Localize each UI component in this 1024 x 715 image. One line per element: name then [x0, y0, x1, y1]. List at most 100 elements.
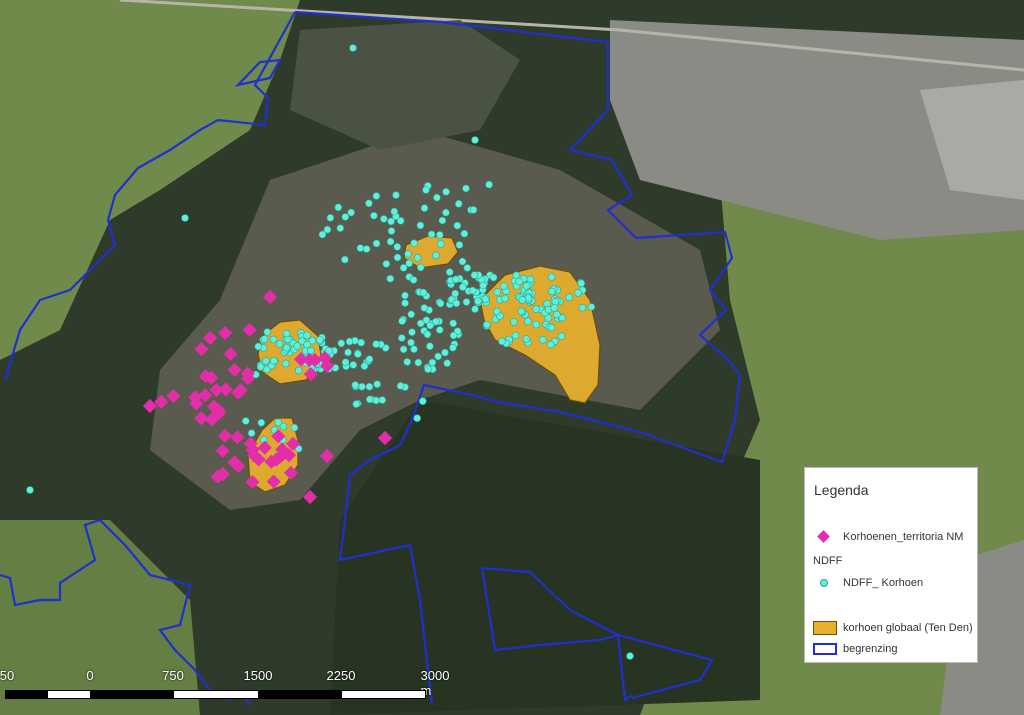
observation-dot [341, 213, 350, 221]
observation-dot [336, 224, 345, 232]
observation-dot [438, 216, 447, 225]
observation-dot [396, 382, 405, 390]
observation-dot [485, 180, 493, 189]
observation-dot [547, 323, 556, 332]
observation-dot [397, 334, 406, 342]
observation-dot [407, 310, 416, 319]
observation-dot [547, 273, 556, 281]
observation-dot [257, 418, 266, 427]
observation-dot [349, 361, 358, 369]
observation-dot [315, 336, 324, 344]
observation-dot [387, 227, 396, 235]
observation-dot [392, 191, 400, 199]
observation-dot [362, 245, 371, 253]
observation-dot [420, 204, 429, 212]
observation-dot [181, 214, 189, 222]
observation-dot [293, 342, 302, 350]
observation-dot [493, 288, 502, 296]
observation-dot [455, 241, 464, 249]
observation-dot [538, 335, 547, 344]
observation-dot [354, 350, 362, 358]
observation-dot [523, 317, 532, 326]
observation-dot [443, 359, 452, 368]
observation-dot [458, 257, 467, 266]
observation-dot [410, 239, 418, 247]
observation-dot [275, 340, 284, 348]
observation-dot [263, 328, 272, 336]
observation-dot [453, 221, 462, 230]
observation-dot [373, 380, 382, 389]
observation-dot [577, 279, 586, 288]
observation-dot [436, 299, 445, 308]
scale-label: 50 [0, 668, 15, 683]
observation-dot [356, 244, 365, 252]
observation-dot [393, 253, 402, 262]
observation-dot [469, 206, 478, 214]
legend-item-boundary: begrenzing [813, 643, 897, 655]
observation-dot [532, 305, 540, 313]
scale-segment [47, 690, 91, 699]
scale-bar: 50 0 750 1500 2250 3000 m [0, 668, 460, 708]
observation-dot [442, 188, 450, 196]
observation-dot [432, 317, 440, 326]
observation-dot [370, 211, 378, 220]
observation-dot [565, 293, 574, 302]
observation-dot [552, 310, 561, 319]
observation-dot [442, 208, 450, 217]
observation-dot [254, 342, 263, 351]
observation-dot [372, 192, 381, 200]
observation-dot [452, 299, 461, 308]
observation-dot [511, 331, 520, 340]
observation-dot [462, 184, 470, 193]
observation-dot [344, 348, 352, 357]
observation-dot [399, 345, 408, 354]
observation-dot [372, 239, 381, 248]
observation-dot [410, 345, 418, 354]
legend-label: Korhoenen_territoria NM [843, 531, 964, 543]
legend-item-areas: korhoen globaal (Ten Den) [813, 621, 973, 635]
observation-dot [500, 282, 508, 291]
legend-label: NDFF_ Korhoen [843, 577, 924, 589]
scale-segment [173, 690, 259, 699]
legend-label: korhoen globaal (Ten Den) [843, 622, 973, 634]
observation-dot [345, 337, 354, 346]
observation-dot [349, 44, 357, 52]
observation-dot [408, 328, 416, 337]
observation-dot [547, 287, 556, 296]
observation-dot [260, 335, 269, 343]
diamond-marker-icon [813, 530, 837, 544]
observation-dot [501, 294, 509, 303]
observation-dot [393, 243, 402, 251]
observation-dot [471, 136, 479, 144]
observation-dot [405, 259, 414, 268]
scale-segment [5, 690, 48, 699]
observation-dot [557, 332, 566, 341]
observation-dot [382, 260, 391, 268]
observation-dot [269, 335, 278, 344]
observation-dot [431, 251, 440, 260]
observation-dot [532, 320, 541, 329]
observation-dot [352, 400, 361, 408]
observation-dot [334, 203, 343, 212]
polygon-fill-icon [813, 621, 837, 635]
observation-dot [512, 271, 521, 280]
observation-dot [416, 221, 425, 230]
observation-dot [379, 215, 388, 223]
map-legend: Legenda Korhoenen_territoria NM NDFF NDF… [804, 467, 978, 663]
observation-dot [365, 355, 374, 364]
observation-dot [341, 358, 350, 367]
scale-segment [258, 690, 342, 699]
observation-dot [419, 288, 428, 297]
scale-label: 750 [162, 668, 184, 683]
observation-dot [435, 326, 444, 334]
observation-dot [341, 255, 349, 264]
observation-dot [458, 283, 467, 291]
observation-dot [242, 417, 250, 425]
observation-dot [351, 381, 360, 389]
observation-dot [470, 271, 479, 279]
observation-dot [409, 276, 418, 284]
observation-dot [401, 291, 409, 300]
observation-dot [416, 263, 425, 272]
observation-dot [481, 295, 490, 303]
observation-dot [426, 342, 434, 351]
